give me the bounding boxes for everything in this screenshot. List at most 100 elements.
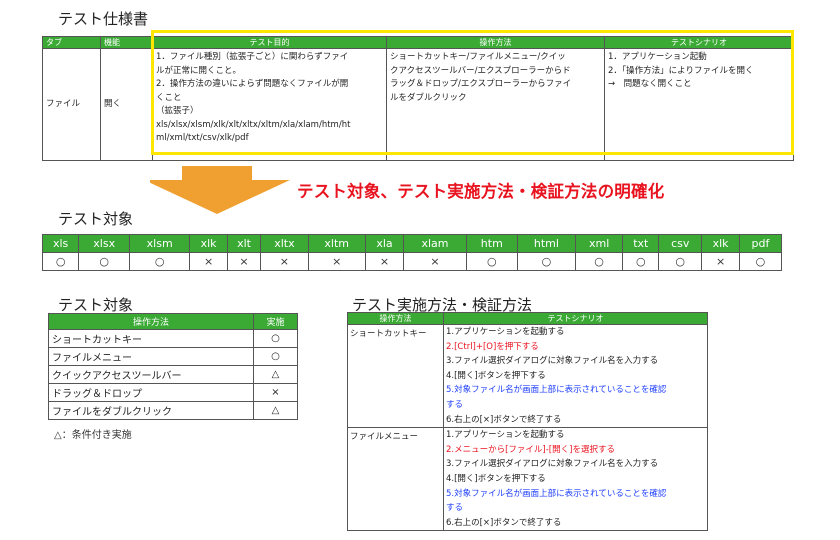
purpose-line: ml/xml/txt/csv/xlk/pdf	[156, 133, 249, 143]
scenario-step: 1.アプリケーションを起動する	[446, 430, 565, 441]
method-label: ショートカットキー	[347, 323, 444, 429]
spec-header-op: 操作方法	[386, 36, 605, 49]
ops-table: 操作方法 実施 ショートカットキー ○ ファイルメニュー ○ クイックアクセスツール…	[48, 313, 298, 420]
scenario-step: 5.対象ファイル名が画面上部に表示されていることを確認	[446, 385, 667, 396]
scenario-step: する	[446, 503, 464, 514]
scenario-step: 3.ファイル選択ダイアログに対象ファイル名を入力する	[446, 356, 659, 367]
ops-header-done: 実施	[253, 313, 298, 330]
ops-label: ドラッグ＆ドロップ	[48, 383, 254, 402]
ops-label: クイックアクセスツールバー	[48, 365, 254, 384]
table-row: ファイルメニュー ○	[48, 347, 298, 366]
spec-header-func: 機能	[100, 36, 153, 49]
op-line: ショートカットキー/ファイルメニュー/クイッ	[390, 52, 566, 62]
extension-header: csv	[658, 234, 703, 253]
extension-header: xltm	[307, 234, 366, 253]
purpose-line: （拡張子）	[156, 106, 199, 116]
scenario-step: 4.[開く]ボタンを押下する	[446, 370, 546, 381]
extension-header: txt	[622, 234, 660, 253]
purpose-line: xls/xlsx/xlsm/xlk/xlt/xltx/xltm/xla/xlam…	[156, 119, 351, 130]
ops-mark: ×	[253, 383, 298, 402]
extension-mark: ○	[658, 252, 703, 271]
extension-mark: ×	[403, 252, 467, 271]
op-line: クアクセスツールバー/エクスプローラーからド	[390, 65, 571, 76]
scenario-step: 5.対象ファイル名が画面上部に表示されていることを確認	[446, 488, 667, 499]
scenario-step: 1.アプリケーションを起動する	[446, 327, 565, 337]
ops-mark: ○	[253, 347, 298, 366]
extension-header: pdf	[738, 234, 783, 253]
purpose-line: ルが正常に開くこと。	[156, 65, 242, 76]
extension-mark: ○	[622, 252, 660, 271]
ops-note: △：条件付き実施	[54, 430, 132, 441]
ops-mark: △	[253, 365, 298, 384]
scenario-step: 2.メニューから[ファイル]-[開く]を選択する	[446, 444, 615, 455]
spec-cell-scenario: 1．アプリケーション起動 2．「操作方法」によりファイルを開く → 問題なく開く…	[604, 48, 794, 161]
extension-mark: ×	[226, 252, 262, 271]
ops-title: テスト対象	[58, 296, 134, 314]
extension-mark: ○	[465, 252, 518, 271]
scenario-step: する	[446, 399, 464, 410]
extension-header: xlk	[701, 234, 740, 253]
scenario-line: → 問題なく開くこと	[608, 79, 692, 89]
extension-header: xltx	[260, 234, 309, 253]
method-table: 操作方法 テストシナリオ ショートカットキー 1.アプリケーションを起動する 2.…	[347, 312, 708, 532]
table-row: ファイルメニュー 1.アプリケーションを起動する 2.メニューから[ファイル]-[…	[347, 427, 708, 532]
spec-header-scenario: テストシナリオ	[604, 36, 794, 49]
extension-mark: ○	[738, 252, 783, 271]
ops-label: ファイルメニュー	[48, 347, 254, 366]
spec-header-purpose: テスト目的	[152, 36, 387, 49]
extension-header: xlsm	[129, 234, 191, 253]
extension-mark: ○	[78, 252, 131, 271]
banner-text: テスト対象、テスト実施方法・検証方法の明確化	[297, 182, 665, 201]
spec-table: タブ 機能 テスト目的 操作方法 テストシナリオ ファイル 開く 1．ファイル種…	[42, 36, 794, 161]
extension-mark: ○	[574, 252, 624, 271]
spec-cell-func: 開く	[100, 48, 153, 161]
extension-mark: ○	[41, 252, 80, 271]
scenario-line: 2．「操作方法」によりファイルを開く	[608, 65, 754, 76]
extension-header: xlam	[403, 234, 467, 253]
extension-mark: ×	[260, 252, 309, 271]
extension-header: xlsx	[78, 234, 131, 253]
down-arrow-icon	[150, 166, 290, 214]
spec-cell-purpose: 1．ファイル種別（拡張子ごと）に関わらずファイ ルが正常に開くこと。 2．操作方…	[152, 48, 387, 161]
extension-header: html	[516, 234, 576, 253]
table-row: ドラッグ＆ドロップ ×	[48, 383, 298, 402]
spec-title: テスト仕様書	[58, 10, 149, 28]
ops-label: ファイルをダブルクリック	[48, 401, 254, 420]
method-steps: 1.アプリケーションを起動する 2.[Ctrl]+[O]を押下する 3.ファイル選択…	[443, 323, 708, 429]
method-header-method: 操作方法	[347, 312, 444, 325]
scenario-step: 4.[開く]ボタンを押下する	[446, 473, 546, 484]
ops-mark: ○	[253, 329, 298, 348]
extension-header: htm	[465, 234, 518, 253]
method-header-scenario: テストシナリオ	[443, 312, 708, 325]
spec-cell-type: ファイル	[42, 48, 101, 161]
ops-header-method: 操作方法	[48, 313, 254, 330]
extension-mark: ×	[364, 252, 405, 271]
extension-header: xml	[574, 234, 624, 253]
method-label: ファイルメニュー	[347, 427, 444, 532]
extension-header: xlk	[189, 234, 228, 253]
purpose-line: 1．ファイル種別（拡張子ごと）に関わらずファイ	[156, 52, 349, 62]
ops-mark: △	[253, 401, 298, 420]
spec-cell-op: ショートカットキー/ファイルメニュー/クイッ クアクセスツールバー/エクスプロー…	[386, 48, 605, 161]
table-row: ファイルをダブルクリック △	[48, 401, 298, 420]
purpose-line: くこと	[156, 92, 182, 103]
purpose-line: 2．操作方法の違いによらず問題なくファイルが開	[156, 79, 349, 89]
scenario-line: 1．アプリケーション起動	[608, 52, 707, 62]
scenario-step: 2.[Ctrl]+[O]を押下する	[446, 341, 539, 352]
extension-mark: ○	[129, 252, 191, 271]
scenario-step: 6.右上の[×]ボタンで終了する	[446, 414, 562, 425]
method-steps: 1.アプリケーションを起動する 2.メニューから[ファイル]-[開く]を選択する 3…	[443, 427, 708, 532]
extension-header: xla	[364, 234, 405, 253]
extension-header: xls	[41, 234, 80, 253]
extension-header: xlt	[226, 234, 262, 253]
table-row: クイックアクセスツールバー △	[48, 365, 298, 384]
op-line: ラッグ＆ドロップ/エクスプローラーからファイ	[390, 79, 572, 89]
extension-mark: ○	[516, 252, 576, 271]
ops-label: ショートカットキー	[48, 329, 254, 348]
target-title: テスト対象	[58, 210, 134, 228]
table-row: ショートカットキー ○	[48, 329, 298, 348]
scenario-step: 3.ファイル選択ダイアログに対象ファイル名を入力する	[446, 459, 659, 470]
extension-mark: ×	[189, 252, 228, 271]
spec-row: ファイル 開く 1．ファイル種別（拡張子ごと）に関わらずファイ ルが正常に開くこ…	[42, 48, 794, 161]
extension-mark: ×	[307, 252, 366, 271]
